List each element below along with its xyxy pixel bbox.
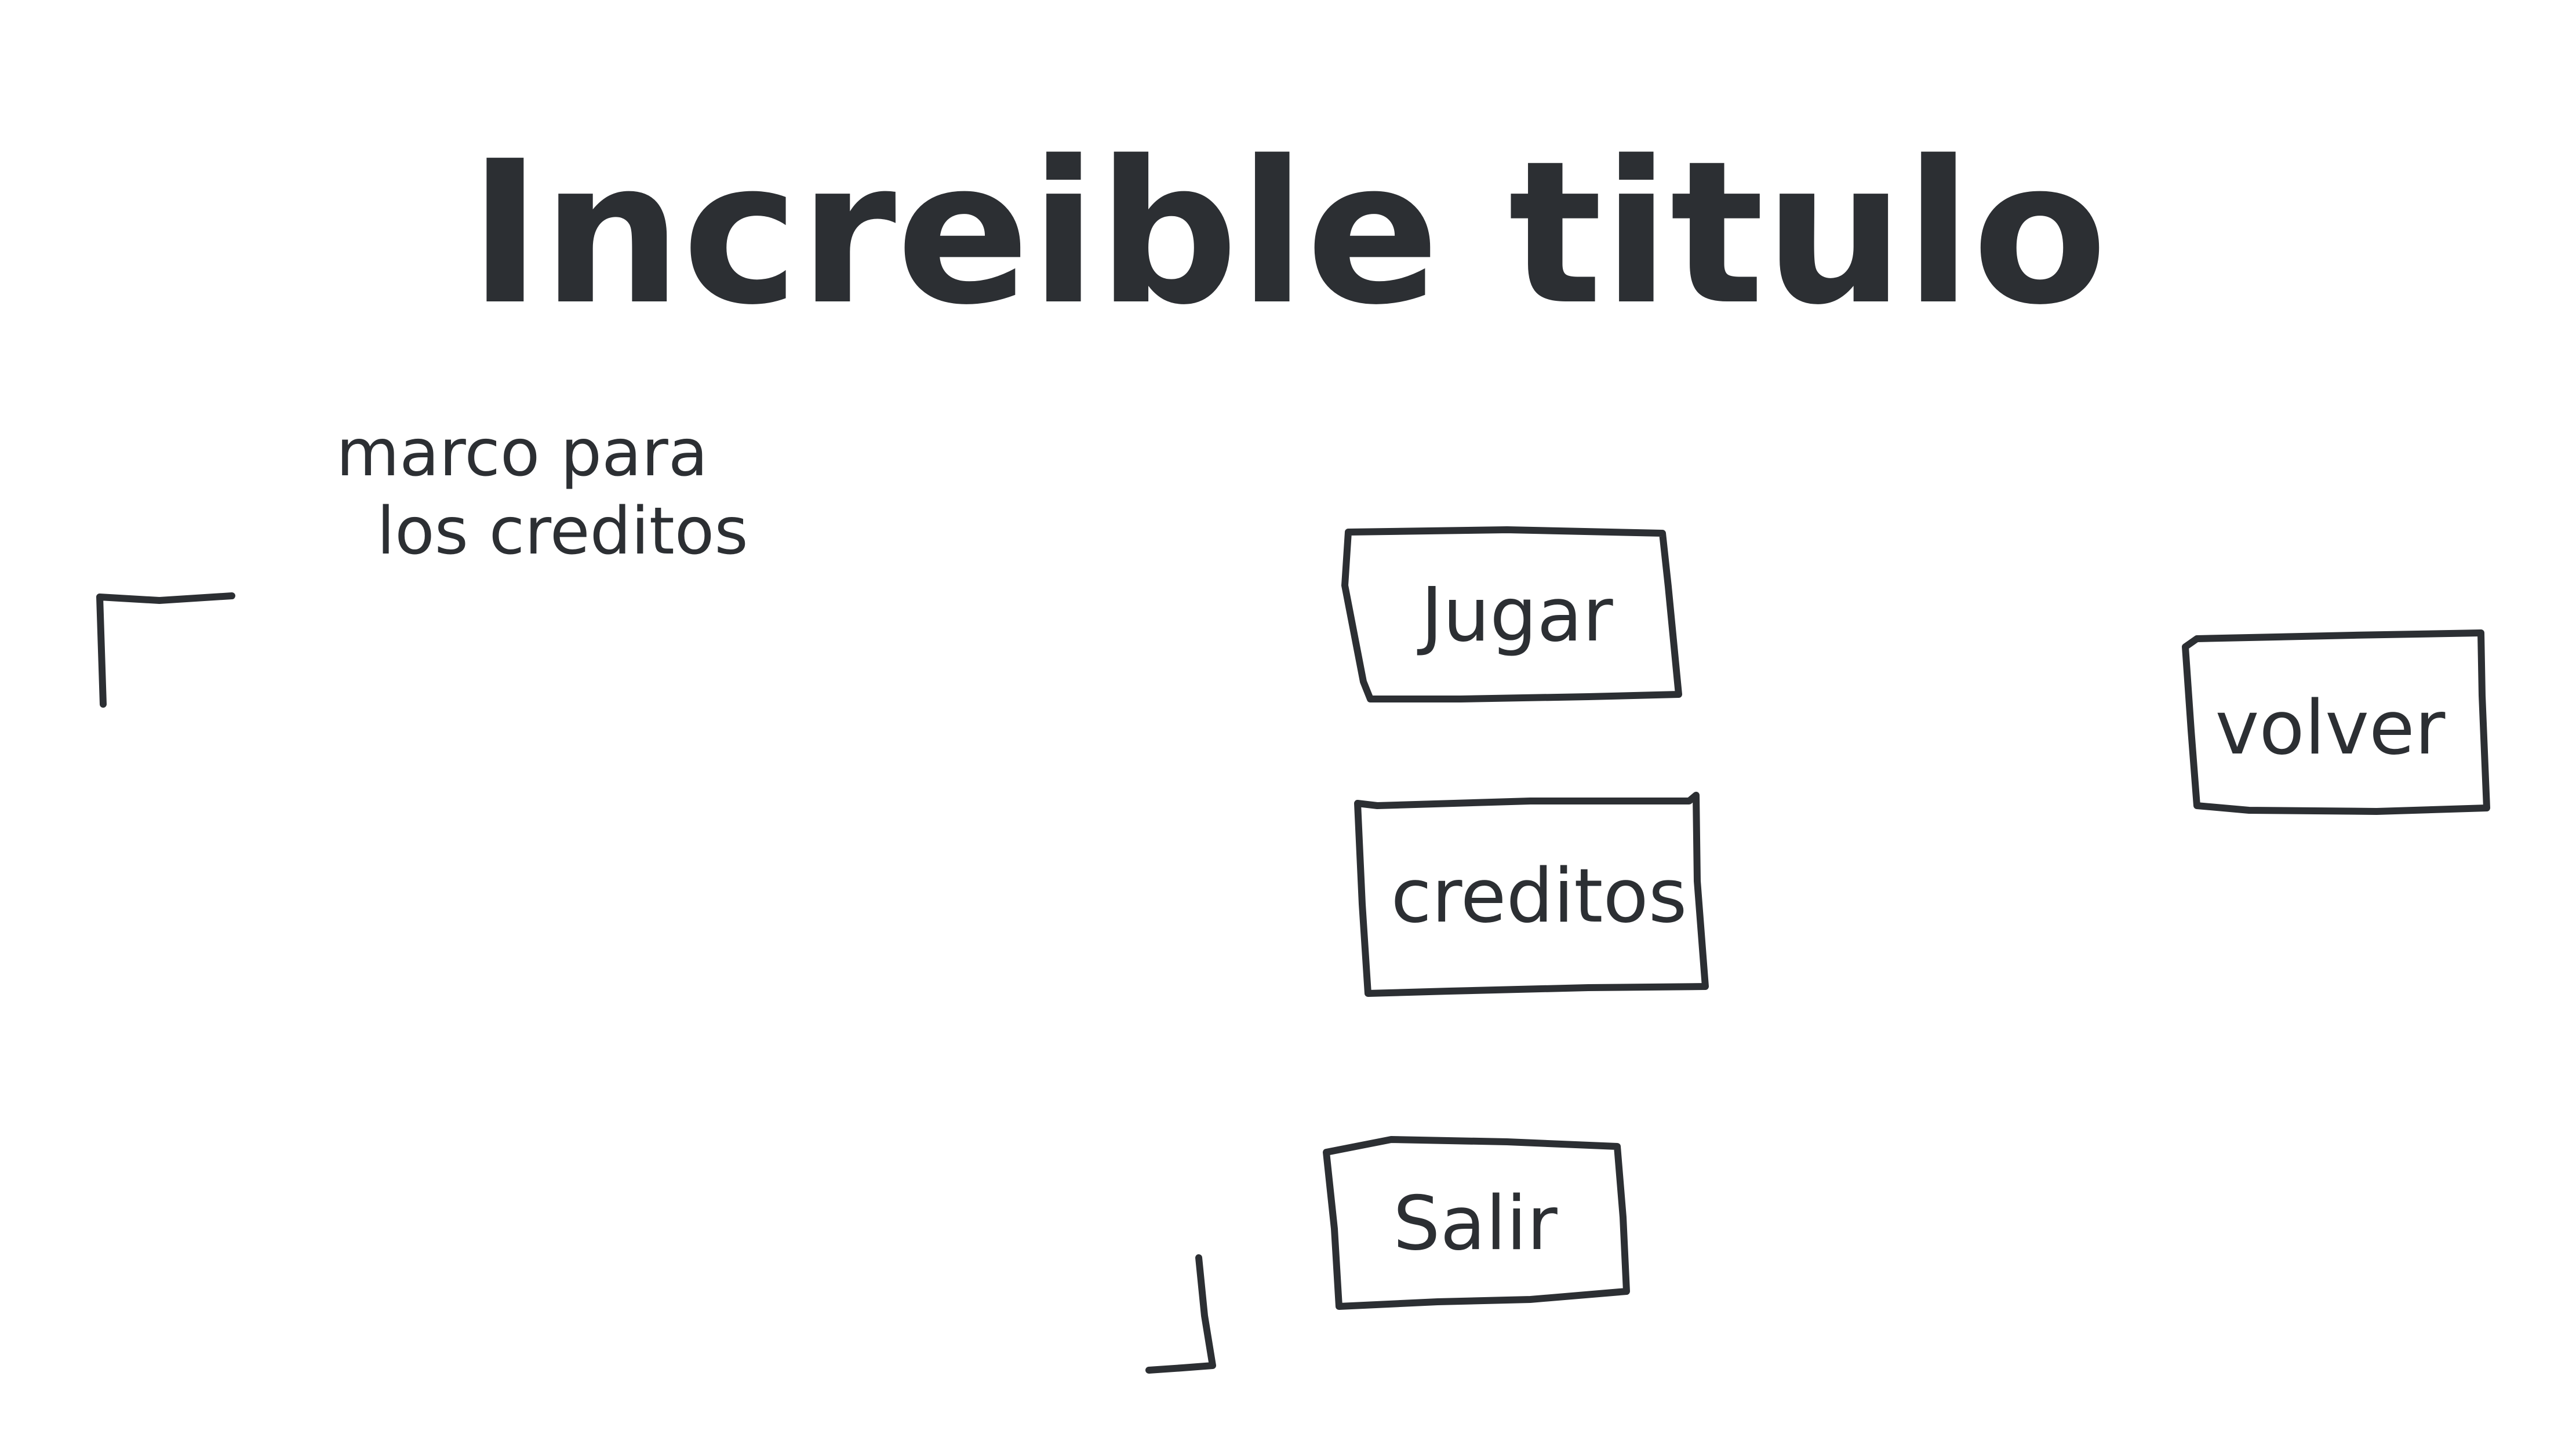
page-title: Increible titulo [468,119,2108,348]
credits-button-label: creditos [1391,853,1687,940]
exit-button-label: Salir [1393,1181,1558,1267]
wireframe-canvas: Increible titulo marco para los creditos… [96,119,2490,1374]
play-button[interactable]: Jugar [1341,526,1682,702]
credits-frame-top-left-corner [96,592,235,708]
credits-frame-bottom-right-corner [1145,1254,1216,1374]
credits-frame-note: marco para los creditos [336,416,748,569]
exit-button[interactable]: Salir [1323,1136,1630,1310]
back-button-label: volver [2215,685,2446,771]
credits-note-line1: marco para [336,416,708,491]
credits-frame [96,592,1216,1374]
play-button-label: Jugar [1417,572,1613,658]
credits-note-line2: los creditos [377,494,748,569]
back-button[interactable]: volver [2182,629,2490,815]
credits-button[interactable]: creditos [1354,792,1709,997]
